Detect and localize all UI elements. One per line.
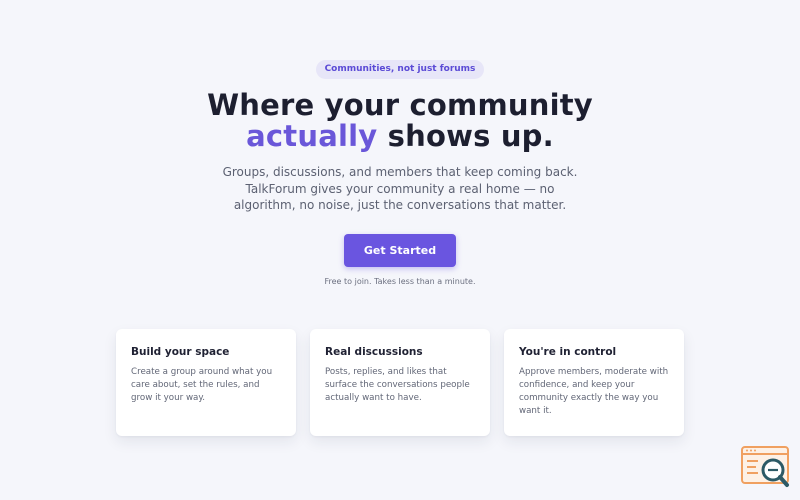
feature-card-body: Approve members, moderate with confidenc… <box>519 367 669 416</box>
page-title: Where your community actually shows up. <box>207 90 593 152</box>
feature-card-body: Create a group around what you care abou… <box>131 367 273 403</box>
signup-note: Free to join. Takes less than a minute. <box>324 276 476 286</box>
magnifier-logo-icon <box>740 445 792 489</box>
feature-card-title: You're in control <box>519 346 617 358</box>
hero-section: Communities, not just forums Where your … <box>0 60 800 286</box>
headline-rest: shows up. <box>377 119 554 153</box>
get-started-button[interactable]: Get Started <box>344 233 456 267</box>
hero-badge: Communities, not just forums <box>315 60 485 79</box>
feature-card-real-discussions: Real discussions Posts, replies, and lik… <box>310 329 490 436</box>
hero-subtitle: Groups, discussions, and members that ke… <box>222 165 578 212</box>
feature-card-build-space: Build your space Create a group around w… <box>116 329 296 436</box>
logo-graphic <box>741 446 789 487</box>
headline-accent: actually <box>246 119 378 153</box>
feature-card-title: Real discussions <box>325 346 423 358</box>
headline-line-1: Where your community <box>207 88 593 122</box>
feature-card-in-control: You're in control Approve members, moder… <box>504 329 684 436</box>
feature-cards: Build your space Create a group around w… <box>116 329 684 436</box>
feature-card-title: Build your space <box>131 346 230 358</box>
feature-card-body: Posts, replies, and likes that surface t… <box>325 367 470 403</box>
